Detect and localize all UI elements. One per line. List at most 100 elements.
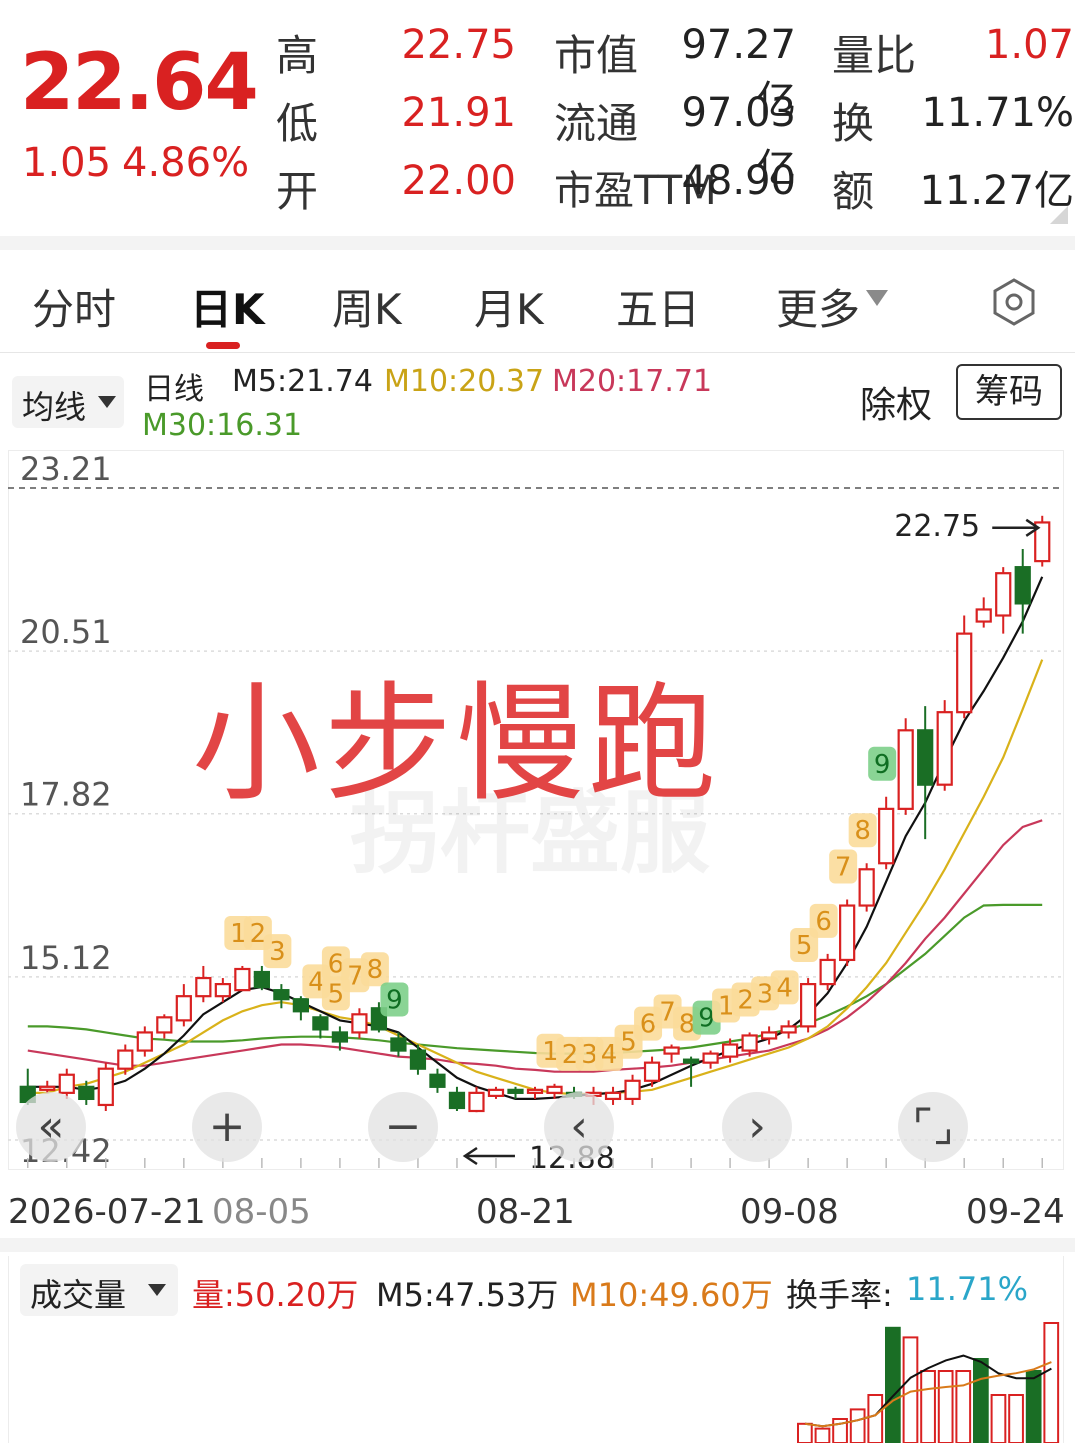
x-tick-label: 2026-07-21	[8, 1192, 206, 1232]
candle-body	[682, 1058, 700, 1064]
zoom-in-button[interactable]: +	[192, 1092, 262, 1162]
candle-body	[429, 1073, 446, 1088]
tab-1[interactable]: 日K	[190, 276, 265, 337]
tab-3[interactable]: 月K	[474, 276, 544, 337]
candle-body	[97, 1067, 114, 1107]
next-button[interactable]: ›	[722, 1092, 792, 1162]
y-tick-label: 15.12	[20, 939, 112, 977]
ma10-value: M10:20.37	[384, 364, 545, 399]
high-marker-label: 22.75	[894, 509, 980, 544]
candle-body	[175, 995, 192, 1022]
volume-bar	[814, 1427, 831, 1443]
volume-bar	[920, 1370, 936, 1443]
candle-body	[448, 1091, 466, 1110]
x-tick-label: 08-05	[212, 1192, 311, 1232]
candle-body	[975, 608, 992, 623]
price-change-pct: 4.86%	[122, 140, 250, 186]
x-tick-label: 09-24	[966, 1192, 1065, 1232]
ma30-value: M30:16.31	[142, 408, 303, 443]
quote-label: 额	[832, 167, 875, 216]
quote-label: 高	[276, 31, 319, 80]
ma-dropdown-label: 均线	[22, 388, 87, 426]
candle-body	[39, 1085, 56, 1091]
caret-down-icon	[98, 396, 116, 408]
caption-overlay: 小步慢跑	[192, 670, 721, 819]
tab-4[interactable]: 五日	[616, 276, 700, 337]
quote-value: 21.91	[401, 90, 516, 136]
sequence-label: 6	[815, 907, 832, 937]
candle-body	[312, 1016, 329, 1031]
quote-label: 市值	[554, 31, 639, 80]
exright-button[interactable]: 除权	[860, 376, 932, 428]
volume-bar	[937, 1370, 954, 1443]
candle-body	[643, 1061, 661, 1082]
volume-bar	[885, 1326, 901, 1443]
prev-button[interactable]: ‹	[544, 1092, 614, 1162]
candle-body	[351, 1013, 368, 1034]
candle-body	[253, 970, 270, 989]
scroll-left-button[interactable]: «	[16, 1092, 86, 1162]
candle-body	[878, 807, 895, 865]
volume-bar	[867, 1394, 884, 1443]
y-tick-label: 17.82	[20, 776, 112, 814]
price-change: 1.05	[22, 140, 112, 186]
tab-2[interactable]: 周K	[332, 276, 402, 337]
x-tick-label: 08-21	[476, 1192, 575, 1232]
quote-label: 换	[832, 99, 875, 148]
candle-body	[663, 1046, 680, 1055]
sequence-label: 9	[874, 750, 891, 780]
volume-bar	[1008, 1394, 1024, 1443]
candle-body	[956, 632, 973, 714]
candle-body	[273, 989, 290, 1001]
fullscreen-button[interactable]: ⌜⌟	[898, 1092, 968, 1162]
candle-body	[390, 1037, 407, 1052]
zoom-out-icon: −	[384, 1101, 422, 1152]
fullscreen-icon: ⌜⌟	[912, 1101, 954, 1152]
sequence-label: 4	[776, 973, 793, 1003]
resize-corner-icon	[1050, 206, 1068, 224]
divider	[0, 236, 1075, 250]
quote-value: 11.71%	[921, 90, 1074, 136]
settings-icon[interactable]	[990, 278, 1038, 326]
candle-body	[117, 1049, 134, 1070]
divider	[0, 1238, 1075, 1252]
x-tick-label: 09-08	[740, 1192, 839, 1232]
more-dropdown-icon	[866, 290, 888, 306]
candle-body	[331, 1031, 349, 1043]
y-tick-label: 20.51	[20, 613, 112, 651]
quote-value: 1.07	[984, 22, 1074, 68]
ma-dropdown[interactable]: 均线	[12, 376, 124, 428]
zoom-out-button[interactable]: −	[368, 1092, 438, 1162]
candle-body	[858, 868, 875, 907]
ma5-value: M5:21.74	[232, 364, 373, 399]
quote-label: 开	[276, 167, 319, 216]
zoom-in-icon: +	[208, 1101, 246, 1152]
candle-body	[58, 1073, 75, 1094]
candle-body	[214, 983, 231, 998]
scroll-left-icon: «	[37, 1101, 65, 1152]
candle-body	[409, 1049, 427, 1070]
candle-body	[995, 572, 1012, 617]
candle-body	[468, 1091, 485, 1113]
chips-button[interactable]: 筹码	[956, 364, 1062, 420]
tab-5[interactable]: 更多	[776, 276, 860, 337]
quote-value: 22.75	[401, 22, 516, 68]
sequence-label: 7	[835, 853, 852, 883]
candle-body	[136, 1031, 153, 1052]
volume-bar	[973, 1358, 989, 1443]
volume-bar	[990, 1394, 1007, 1443]
candle-body	[936, 711, 953, 786]
candle-body	[917, 729, 934, 786]
ma20-value: M20:17.71	[552, 364, 713, 399]
candle-body	[702, 1052, 719, 1064]
quote-value: 11.27亿	[919, 168, 1074, 214]
candle-body	[780, 1025, 797, 1034]
candle-body	[721, 1043, 739, 1058]
active-tab-indicator	[206, 342, 240, 349]
candle-body	[760, 1031, 778, 1040]
volume-bar	[849, 1408, 866, 1443]
tab-0[interactable]: 分时	[32, 276, 116, 337]
candle-body	[624, 1079, 641, 1101]
sequence-label: 2	[250, 919, 267, 949]
quote-value: 22.00	[401, 158, 516, 204]
